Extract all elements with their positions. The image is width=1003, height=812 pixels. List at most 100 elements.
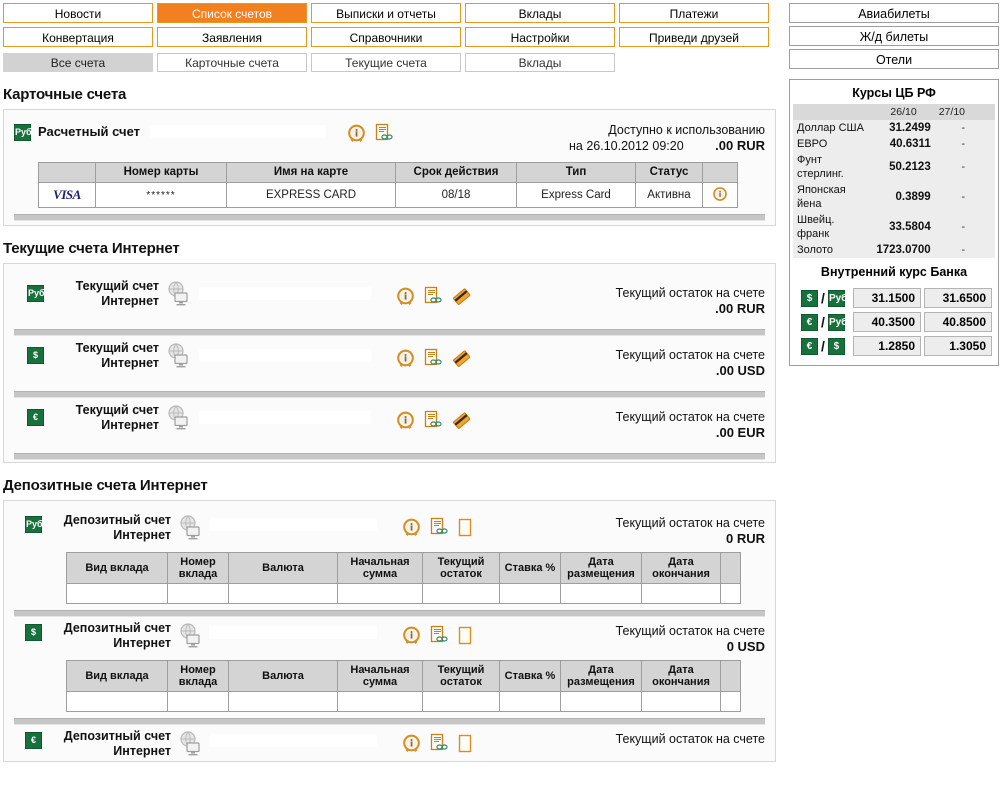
exchange-rates-widget: Курсы ЦБ РФ 26/10 27/10 Доллар США 31.24… — [789, 79, 999, 366]
col-date-2: 27/10 — [934, 104, 969, 120]
info-icon[interactable] — [403, 626, 420, 647]
statement-document-icon[interactable] — [429, 625, 449, 648]
col-rate: Ставка % — [499, 660, 561, 692]
currency-usd-icon: $ — [801, 289, 819, 307]
statement-document-icon[interactable] — [374, 123, 394, 146]
card-transfer-icon[interactable] — [452, 411, 471, 433]
card-available-balance: Доступно к использованию на 26.10.2012 0… — [569, 122, 765, 154]
new-document-icon[interactable] — [458, 626, 472, 648]
new-document-icon[interactable] — [458, 518, 472, 540]
col-extra — [720, 660, 741, 692]
deposit-accounts-panel: Руб Депозитный счет Интернет Текущий ост… — [3, 500, 776, 762]
cell-deposit-number — [167, 583, 229, 604]
section-title-deposit-accounts: Депозитные счета Интернет — [3, 477, 208, 494]
info-icon[interactable] — [403, 734, 420, 755]
statement-document-icon[interactable] — [429, 517, 449, 540]
nav-item-news[interactable]: Новости — [3, 3, 153, 23]
nav-item-statements[interactable]: Выписки и отчеты — [311, 3, 461, 23]
table-row: Японская йена 0.3899 - — [793, 182, 995, 212]
slash-separator: / — [821, 290, 825, 306]
account-name-line2: Интернет — [113, 744, 171, 758]
cell-spacer — [969, 212, 995, 242]
cell-currency — [228, 691, 338, 712]
rate-value-1: 33.5804 — [872, 212, 935, 242]
buy-rate: 1.2850 — [853, 336, 921, 356]
tab-card-accounts[interactable]: Карточные счета — [157, 53, 307, 72]
nav-item-conversion[interactable]: Конвертация — [3, 27, 153, 47]
nav-item-refer-friends[interactable]: Приведи друзей — [619, 27, 769, 47]
info-icon[interactable] — [397, 349, 414, 370]
table-row — [66, 691, 741, 712]
col-currency: Валюта — [228, 552, 338, 584]
cell-row-info[interactable] — [702, 182, 738, 208]
info-icon[interactable] — [403, 518, 420, 539]
table-row[interactable]: VISA ****** EXPRESS CARD 08/18 Express C… — [38, 182, 738, 208]
internet-account-icon — [165, 342, 191, 371]
slash-separator: / — [821, 314, 825, 330]
account-name-line2: Интернет — [113, 528, 171, 542]
col-date-1: 26/10 — [872, 104, 935, 120]
balance-label: Текущий остаток на счете — [615, 410, 765, 424]
currency-eur-icon: € — [801, 313, 819, 331]
cell-rate — [499, 691, 561, 712]
rate-name: Фунт стерлинг. — [793, 152, 873, 182]
nav-item-settings[interactable]: Настройки — [465, 27, 615, 47]
currency-eur-icon: € — [801, 337, 819, 355]
account-name-line1: Текущий счет — [75, 341, 159, 355]
account-name: Депозитный счет Интернет — [49, 729, 171, 759]
nav-item-applications[interactable]: Заявления — [157, 27, 307, 47]
cell-end-date — [641, 691, 721, 712]
card-transfer-icon[interactable] — [452, 349, 471, 371]
list-item[interactable]: Руб Текущий счет Интернет Текущий остато… — [14, 274, 765, 323]
currency-pair-eur-usd: € / $ — [796, 336, 850, 356]
list-item[interactable]: $ Текущий счет Интернет Текущий остаток … — [14, 336, 765, 385]
list-item[interactable]: € Депозитный счет Интернет Текущий остат… — [14, 725, 765, 759]
info-icon[interactable] — [713, 186, 727, 201]
account-balance: Текущий остаток на счете .00 USD — [569, 347, 765, 379]
row-divider — [14, 610, 765, 617]
account-name: Депозитный счет Интернет — [49, 621, 171, 651]
list-item[interactable]: Руб Депозитный счет Интернет Текущий ост… — [14, 509, 765, 547]
sidebar-item-flights[interactable]: Авиабилеты — [789, 3, 999, 23]
col-currency-name — [793, 104, 873, 120]
account-name-line2: Интернет — [101, 418, 159, 432]
tab-deposit-accounts[interactable]: Вклады — [465, 53, 615, 72]
cbr-rates-table: 26/10 27/10 Доллар США 31.2499 - ЕВРО 40 — [793, 104, 995, 258]
card-accounts-panel: Руб Расчетный счет Доступно к использова… — [3, 109, 776, 226]
tab-current-accounts[interactable]: Текущие счета — [311, 53, 461, 72]
list-item[interactable]: € Текущий счет Интернет Текущий остаток … — [14, 398, 765, 447]
currency-pair-usd-rub: $ / Руб — [796, 288, 850, 308]
info-icon[interactable] — [397, 411, 414, 432]
card-account-actions — [348, 123, 394, 146]
account-actions — [403, 517, 472, 540]
table-row: € / Руб 40.3500 40.8500 — [796, 312, 992, 332]
statement-document-icon[interactable] — [423, 410, 443, 433]
tab-all-accounts[interactable]: Все счета — [3, 53, 153, 72]
cell-open-date — [560, 691, 642, 712]
new-document-icon[interactable] — [458, 734, 472, 756]
rate-value-2: - — [934, 212, 969, 242]
statement-document-icon[interactable] — [423, 348, 443, 371]
card-account-row[interactable]: Руб Расчетный счет Доступно к использова… — [14, 118, 765, 156]
statement-document-icon[interactable] — [429, 733, 449, 756]
slash-separator: / — [821, 338, 825, 354]
currency-rub-icon: Руб — [25, 516, 43, 533]
list-item[interactable]: $ Депозитный счет Интернет Текущий остат… — [14, 617, 765, 655]
statement-document-icon[interactable] — [423, 286, 443, 309]
current-accounts-panel: Руб Текущий счет Интернет Текущий остато… — [3, 263, 776, 463]
nav-item-directories[interactable]: Справочники — [311, 27, 461, 47]
currency-usd-icon: $ — [25, 624, 42, 641]
info-icon[interactable] — [397, 287, 414, 308]
sidebar-item-hotels[interactable]: Отели — [789, 49, 999, 69]
card-transfer-icon[interactable] — [452, 287, 471, 309]
info-icon[interactable] — [348, 124, 365, 145]
nav-item-payments[interactable]: Платежи — [619, 3, 769, 23]
buy-rate: 40.3500 — [853, 312, 921, 332]
deposits-table-header: Вид вклада Номер вклада Валюта Начальная… — [66, 660, 741, 692]
nav-item-account-list[interactable]: Список счетов — [157, 3, 307, 23]
col-deposit-type: Вид вклада — [66, 660, 168, 692]
nav-item-deposits[interactable]: Вклады — [465, 3, 615, 23]
sidebar-item-train-tickets[interactable]: Ж/д билеты — [789, 26, 999, 46]
currency-rub-icon: Руб — [827, 289, 847, 307]
currency-pair-eur-rub: € / Руб — [796, 312, 850, 332]
